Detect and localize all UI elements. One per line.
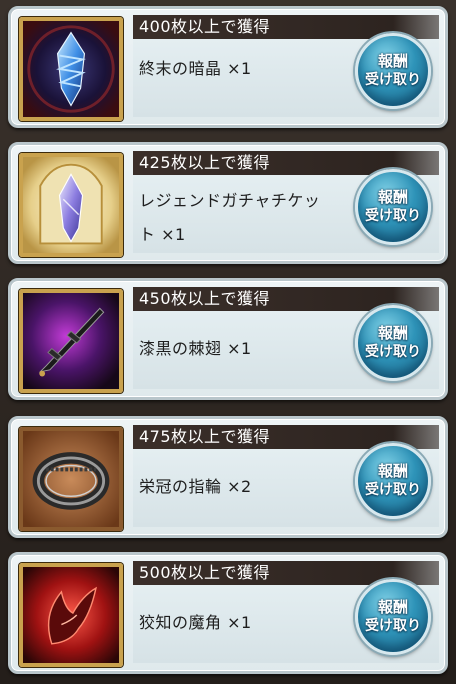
dark-crystal-icon [19,17,123,121]
reward-card: 500枚以上で獲得 狡知の魔角 ×1 報酬 受け取り [8,552,448,674]
reward-card: 450枚以上で獲得 漆黒の棘翅 ×1 報酬 受け取り [8,278,448,400]
claim-button-sublabel: 受け取り [365,72,421,88]
claim-button-sublabel: 受け取り [365,208,421,224]
claim-reward-button[interactable]: 報酬 受け取り [355,443,431,519]
claim-reward-button[interactable]: 報酬 受け取り [355,579,431,655]
demon-horn-icon [19,563,123,667]
claim-button-sublabel: 受け取り [365,618,421,634]
reward-item-name-cont: ト ×1 [139,225,186,244]
reward-item-name: 狡知の魔角 ×1 [139,613,252,632]
reward-card: 400枚以上で獲得 終末の暗晶 ×1 報酬 受け取り [8,6,448,128]
claim-button-label: 報酬 [377,598,408,616]
black-thorn-wing-icon [19,289,123,393]
claim-button-label: 報酬 [377,324,408,342]
reward-list: 400枚以上で獲得 終末の暗晶 ×1 報酬 受け取り 425枚以上で獲得 レジェ… [0,0,456,684]
claim-button-sublabel: 受け取り [365,344,421,360]
claim-reward-button[interactable]: 報酬 受け取り [355,33,431,109]
claim-button-label: 報酬 [377,52,408,70]
reward-card: 475枚以上で獲得 栄冠の指輪 ×2 報酬 受け取り [8,416,448,538]
claim-reward-button[interactable]: 報酬 受け取り [355,169,431,245]
reward-item-name: 漆黒の棘翅 ×1 [139,339,252,358]
reward-item-name: 栄冠の指輪 ×2 [139,477,252,496]
claim-button-label: 報酬 [377,462,408,480]
ring-icon [19,427,123,531]
reward-card: 425枚以上で獲得 レジェンドガチャチケッ ト ×1 報酬 受け取り [8,142,448,264]
claim-button-label: 報酬 [377,188,408,206]
reward-item-name: 終末の暗晶 ×1 [139,59,252,78]
reward-item-name: レジェンドガチャチケッ [139,191,321,210]
claim-reward-button[interactable]: 報酬 受け取り [355,305,431,381]
claim-button-sublabel: 受け取り [365,482,421,498]
legend-gacha-ticket-icon [19,153,123,257]
